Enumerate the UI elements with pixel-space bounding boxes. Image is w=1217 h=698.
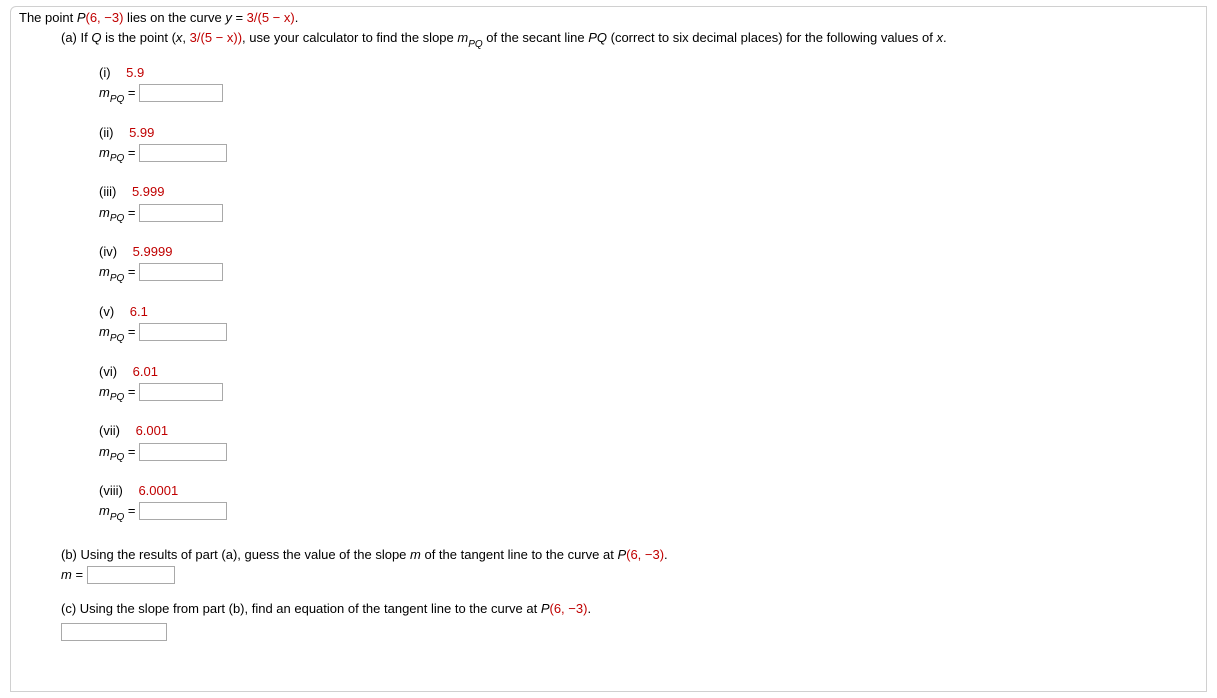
mpq-line: mPQ = xyxy=(99,502,1198,524)
sub-item-vii: (vii) 6.001 mPQ = xyxy=(99,422,1198,464)
x-value: 5.9 xyxy=(126,65,144,80)
mpq-line: mPQ = xyxy=(99,204,1198,226)
x-value: 5.9999 xyxy=(133,244,173,259)
x-value: 6.001 xyxy=(136,423,169,438)
intro-suffix: . xyxy=(295,10,299,25)
part-c-text: (c) Using the slope from part (b), find … xyxy=(61,600,1198,618)
x-value: 6.01 xyxy=(133,364,158,379)
sub-item-vi: (vi) 6.01 mPQ = xyxy=(99,363,1198,405)
sub-item-label: (iii) 5.999 xyxy=(99,183,1198,201)
curve-rhs: 3/(5 − x) xyxy=(247,10,295,25)
sub-item-label: (vi) 6.01 xyxy=(99,363,1198,381)
part-c: (c) Using the slope from part (b), find … xyxy=(61,600,1198,640)
answer-input-v[interactable] xyxy=(139,323,227,341)
mpq-line: mPQ = xyxy=(99,84,1198,106)
answer-input-iii[interactable] xyxy=(139,204,223,222)
answer-input-vii[interactable] xyxy=(139,443,227,461)
mpq-line: mPQ = xyxy=(99,263,1198,285)
answer-input-b[interactable] xyxy=(87,566,175,584)
x-value: 6.1 xyxy=(130,304,148,319)
answer-input-c[interactable] xyxy=(61,623,167,641)
x-value: 6.0001 xyxy=(138,483,178,498)
answer-input-viii[interactable] xyxy=(139,502,227,520)
sub-item-iv: (iv) 5.9999 mPQ = xyxy=(99,243,1198,285)
sub-item-label: (i) 5.9 xyxy=(99,64,1198,82)
q-point: (x, 3/(5 − x)) xyxy=(172,30,242,45)
part-b-text: (b) Using the results of part (a), guess… xyxy=(61,546,1198,564)
sub-item-label: (iv) 5.9999 xyxy=(99,243,1198,261)
sub-item-ii: (ii) 5.99 mPQ = xyxy=(99,124,1198,166)
secant-pq: PQ xyxy=(588,30,607,45)
x-value: 5.99 xyxy=(129,125,154,140)
problem-intro: The point P(6, −3) lies on the curve y =… xyxy=(19,9,1198,27)
mpq-line: mPQ = xyxy=(99,144,1198,166)
sub-items-list: (i) 5.9 mPQ = (ii) 5.99 mPQ = (iii) 5.99… xyxy=(99,64,1198,524)
sub-item-label: (v) 6.1 xyxy=(99,303,1198,321)
part-c-answer-line xyxy=(61,623,1198,641)
answer-input-iv[interactable] xyxy=(139,263,223,281)
part-b-answer-line: m = xyxy=(61,566,1198,584)
q-letter: Q xyxy=(91,30,101,45)
slope-pq-subscript: PQ xyxy=(468,39,482,50)
sub-item-iii: (iii) 5.999 mPQ = xyxy=(99,183,1198,225)
point-coords: (6, −3) xyxy=(86,10,124,25)
slope-m: m xyxy=(457,30,468,45)
part-b: (b) Using the results of part (a), guess… xyxy=(61,546,1198,584)
answer-input-i[interactable] xyxy=(139,84,223,102)
mpq-line: mPQ = xyxy=(99,323,1198,345)
mpq-line: mPQ = xyxy=(99,443,1198,465)
intro-eq: = xyxy=(232,10,247,25)
sub-item-label: (viii) 6.0001 xyxy=(99,482,1198,500)
answer-input-vi[interactable] xyxy=(139,383,223,401)
sub-item-label: (vii) 6.001 xyxy=(99,422,1198,440)
x-value: 5.999 xyxy=(132,184,165,199)
sub-item-label: (ii) 5.99 xyxy=(99,124,1198,142)
mpq-line: mPQ = xyxy=(99,383,1198,405)
sub-item-viii: (viii) 6.0001 mPQ = xyxy=(99,482,1198,524)
part-a-text: (a) If Q is the point (x, 3/(5 − x)), us… xyxy=(61,29,1198,51)
sub-item-v: (v) 6.1 mPQ = xyxy=(99,303,1198,345)
intro-prefix: The point xyxy=(19,10,77,25)
answer-input-ii[interactable] xyxy=(139,144,227,162)
point-p: P xyxy=(77,10,86,25)
intro-mid: lies on the curve xyxy=(123,10,225,25)
sub-item-i: (i) 5.9 mPQ = xyxy=(99,64,1198,106)
